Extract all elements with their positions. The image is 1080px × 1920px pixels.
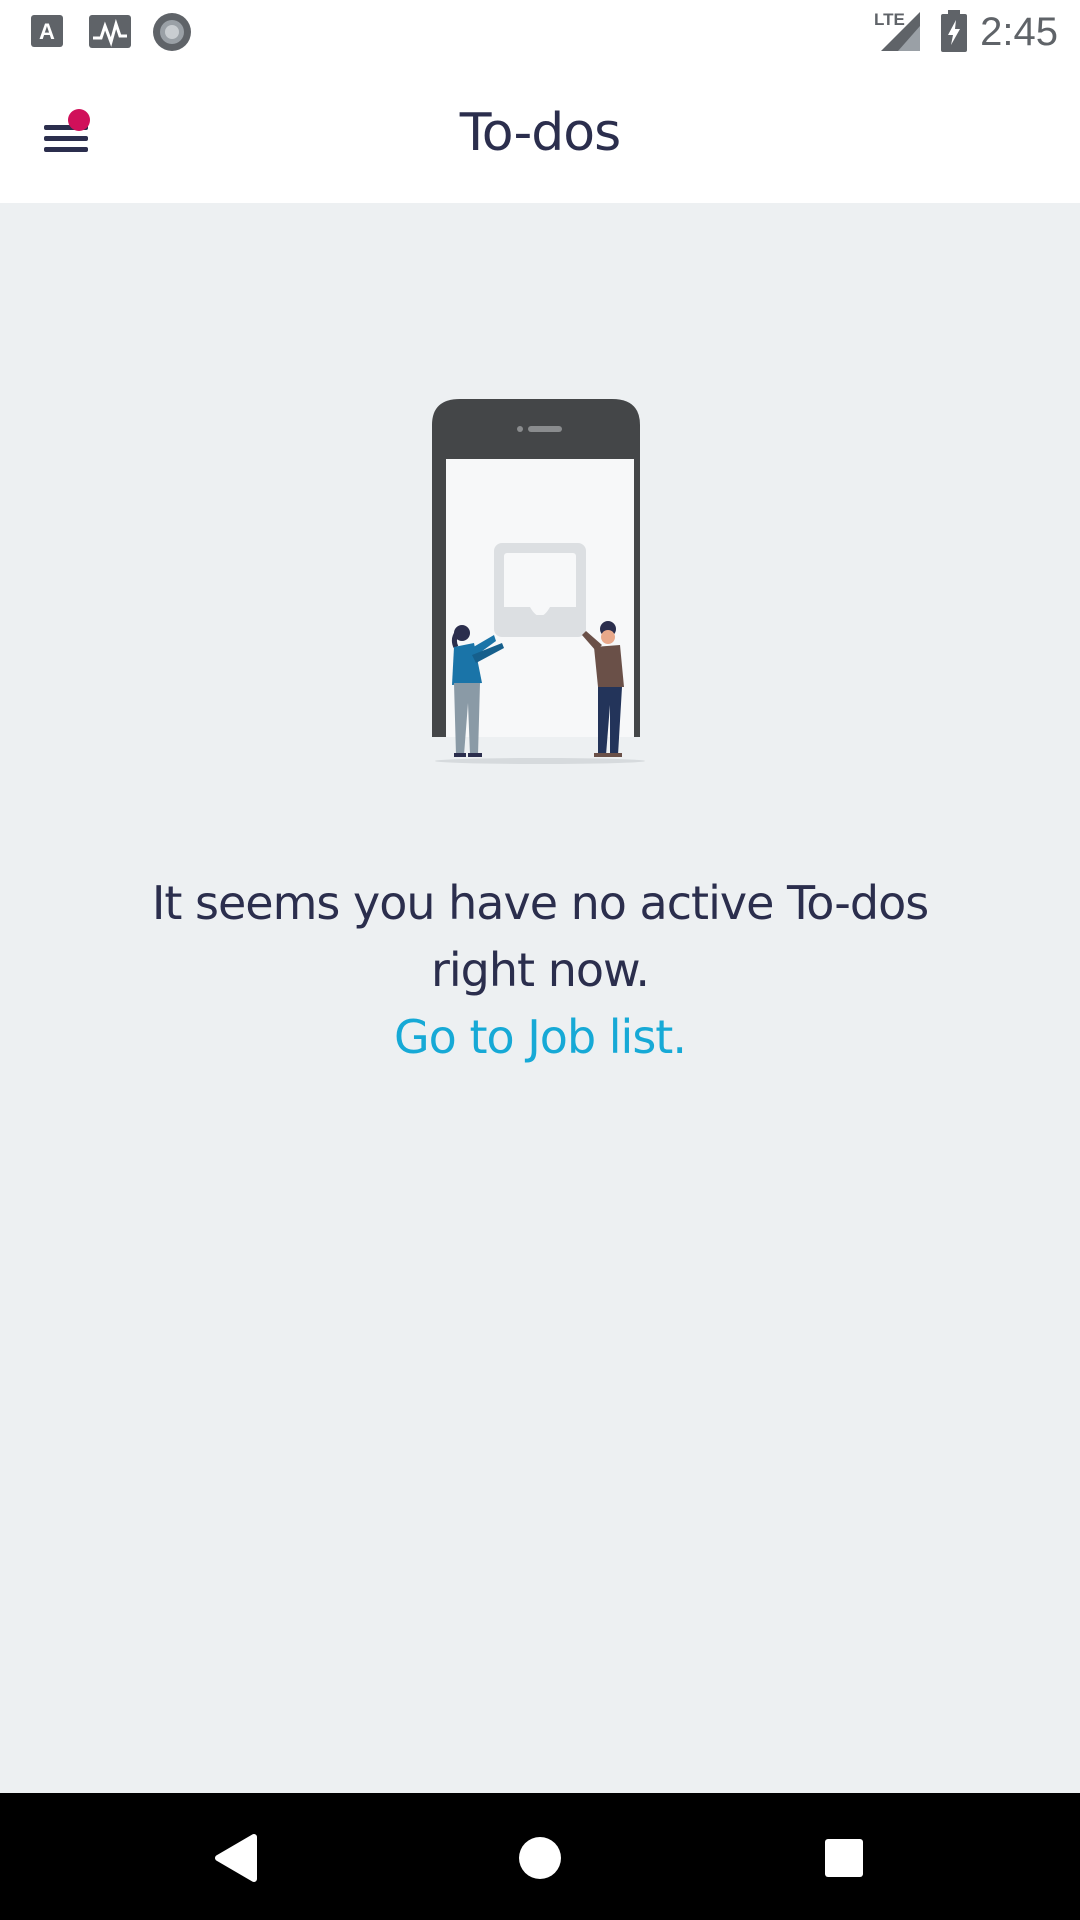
empty-state-illustration	[432, 399, 645, 764]
empty-message-line-2: right now.	[430, 943, 650, 997]
empty-message-line-1: It seems you have no active To-dos	[151, 876, 929, 930]
go-to-job-list-link[interactable]: Go to Job list.	[140, 1004, 940, 1071]
status-time: 2:45	[980, 10, 1058, 54]
svg-text:A: A	[39, 19, 55, 44]
back-icon[interactable]	[192, 1815, 278, 1901]
text-a-icon: A	[31, 15, 63, 47]
todos-screen: A LTE 2:45 To-dos It seems you have no a…	[0, 0, 1080, 1920]
signal-icon	[881, 12, 920, 51]
notification-dot	[68, 109, 90, 131]
menu-button[interactable]	[28, 103, 108, 173]
page-title: To-dos	[459, 103, 621, 163]
recents-icon[interactable]	[801, 1815, 887, 1901]
status-bar: A LTE 2:45	[0, 0, 1080, 63]
home-icon[interactable]	[497, 1815, 583, 1901]
app-bar: To-dos	[0, 63, 1080, 203]
system-nav-bar	[0, 1793, 1080, 1920]
hamburger-menu-icon	[44, 125, 88, 152]
record-icon	[153, 13, 191, 51]
activity-icon	[89, 15, 131, 48]
battery-charging-icon	[941, 10, 967, 52]
empty-state-message: It seems you have no active To-dos right…	[140, 870, 940, 1071]
